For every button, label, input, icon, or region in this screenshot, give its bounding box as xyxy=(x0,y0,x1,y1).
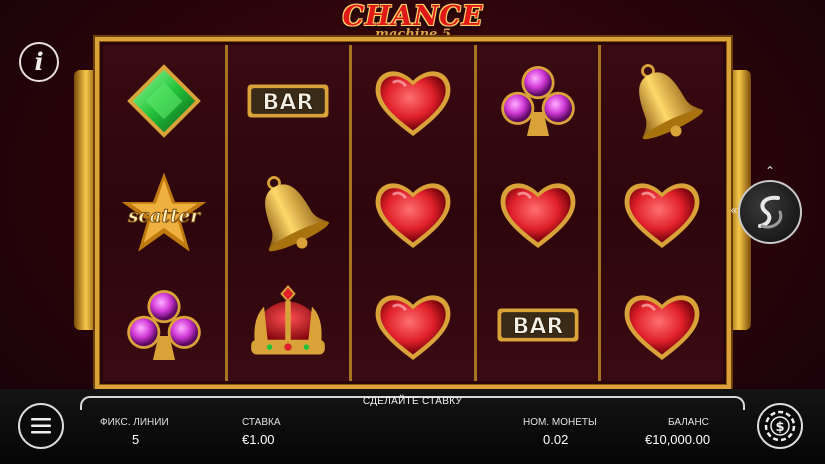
menu-icon xyxy=(31,418,51,434)
bar-icon: BAR xyxy=(247,84,329,118)
bet-label: СТАВКА xyxy=(242,417,281,428)
reel-4: BAR xyxy=(476,45,602,381)
reel-symbol-scatter-star: scatter xyxy=(103,157,225,269)
menu-button[interactable] xyxy=(18,403,64,449)
reel-frame: scatter BAR BAR xyxy=(95,37,731,389)
balance-label: БАЛАНС xyxy=(668,417,709,428)
reel-symbol-heart-gem xyxy=(352,269,474,381)
crown-icon xyxy=(251,284,326,355)
lines-value: 5 xyxy=(132,432,140,447)
club-gem-icon xyxy=(500,66,575,136)
lines-label: ФИКС. ЛИНИИ xyxy=(100,417,169,428)
bar-icon: BAR xyxy=(497,308,579,342)
info-button[interactable]: i xyxy=(19,42,59,82)
reel-symbol-heart-gem xyxy=(477,157,599,269)
reel-symbol-club-gem xyxy=(103,269,225,381)
dollar-chip-icon: $ xyxy=(764,410,796,442)
reel-5 xyxy=(601,45,723,381)
reel-symbol-club-gem xyxy=(477,45,599,157)
bell-icon xyxy=(265,176,330,252)
svg-text:BAR: BAR xyxy=(263,90,314,115)
svg-text:BAR: BAR xyxy=(512,314,563,339)
svg-text:$: $ xyxy=(775,420,784,435)
reel-symbol-bar: BAR xyxy=(477,269,599,381)
reel-symbol-heart-gem xyxy=(352,157,474,269)
club-gem-icon xyxy=(126,290,201,360)
heart-gem-icon xyxy=(375,71,451,136)
svg-text:scatter: scatter xyxy=(127,206,201,227)
reel-symbol-heart-gem xyxy=(352,45,474,157)
heart-gem-icon xyxy=(375,183,451,248)
spin-button[interactable] xyxy=(738,180,802,244)
reels-grid: scatter BAR BAR xyxy=(103,45,723,381)
diamond-gem-icon xyxy=(126,64,201,138)
heart-gem-icon xyxy=(624,183,700,248)
reel-symbol-bar: BAR xyxy=(228,45,350,157)
reel-1: scatter xyxy=(103,45,228,381)
reel-2: BAR xyxy=(227,45,353,381)
bet-value[interactable]: €1.00 xyxy=(242,432,275,447)
reel-symbol-heart-gem xyxy=(601,269,723,381)
reel-symbol-bell xyxy=(228,157,350,269)
scatter-star-icon: scatter xyxy=(121,172,207,252)
heart-gem-icon xyxy=(375,295,451,360)
reel-symbol-crown xyxy=(228,269,350,381)
reel-3 xyxy=(352,45,477,381)
bell-icon xyxy=(639,64,704,140)
heart-gem-icon xyxy=(500,183,575,248)
chevron-up-icon: ⌃ xyxy=(764,164,776,178)
reel-symbol-diamond-gem xyxy=(103,45,225,157)
status-message: СДЕЛАЙТЕ СТАВКУ xyxy=(362,396,463,407)
heart-gem-icon xyxy=(624,295,700,360)
bet-settings-button[interactable]: $ xyxy=(757,403,803,449)
reel-symbol-bell xyxy=(601,45,723,157)
coin-label: НОМ. МОНЕТЫ xyxy=(523,417,597,428)
coin-value[interactable]: 0.02 xyxy=(543,432,568,447)
spin-icon xyxy=(758,195,783,229)
info-icon: i xyxy=(34,47,44,76)
balance-value: €10,000.00 xyxy=(645,432,711,447)
reel-symbol-heart-gem xyxy=(601,157,723,269)
